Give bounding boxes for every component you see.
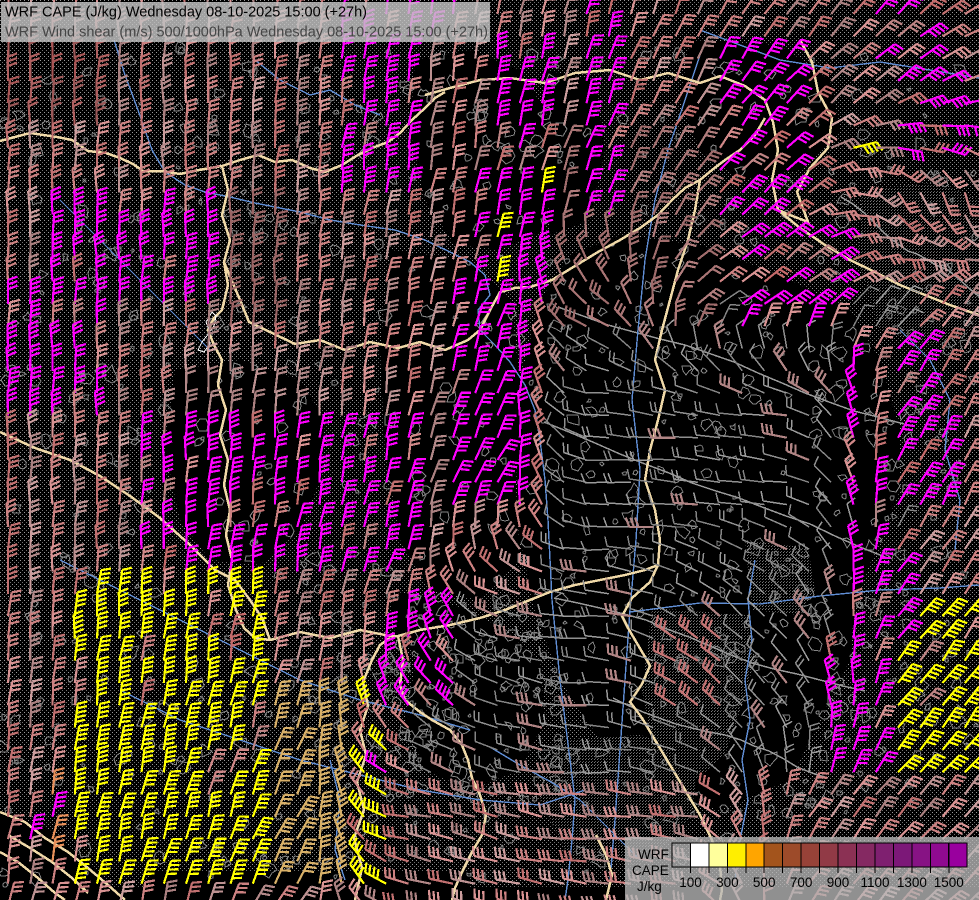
svg-text:1300: 1300 xyxy=(897,875,927,890)
svg-text:900: 900 xyxy=(827,875,850,890)
svg-text:100: 100 xyxy=(679,875,702,890)
svg-text:1100: 1100 xyxy=(860,875,889,890)
svg-text:1500: 1500 xyxy=(934,875,964,890)
svg-text:CAPE: CAPE xyxy=(632,863,669,878)
svg-text:WRF CAPE (J/kg) Wednesday 08-1: WRF CAPE (J/kg) Wednesday 08-10-2025 15:… xyxy=(5,5,367,21)
svg-text:WRF: WRF xyxy=(638,847,669,862)
svg-text:WRF Wind shear (m/s) 500/1000h: WRF Wind shear (m/s) 500/1000hPa Wednesd… xyxy=(5,25,488,41)
svg-text:700: 700 xyxy=(790,875,813,890)
svg-text:J/kg: J/kg xyxy=(637,879,662,894)
svg-text:500: 500 xyxy=(753,875,776,890)
svg-text:300: 300 xyxy=(716,875,739,890)
